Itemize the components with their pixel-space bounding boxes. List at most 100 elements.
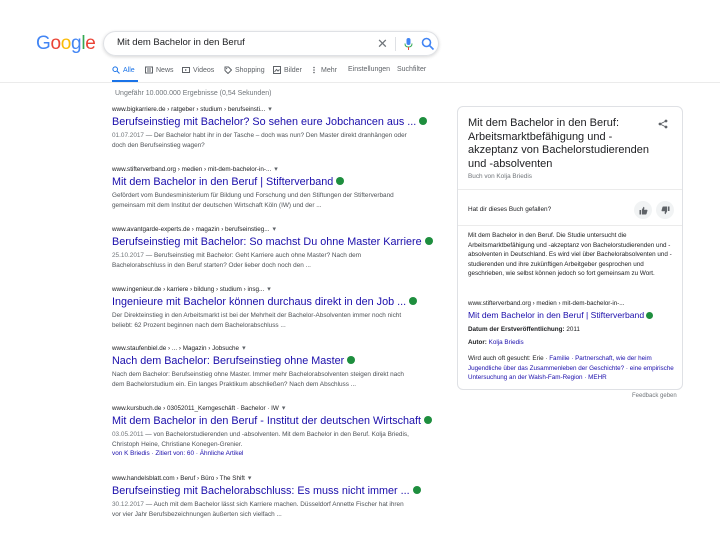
result-citation-links[interactable]: von K Briedis · Zitiert von: 60 · Ähnlic… xyxy=(112,450,243,457)
result-title[interactable]: Mit dem Bachelor in den Beruf | Stifterv… xyxy=(112,176,410,189)
share-icon[interactable] xyxy=(658,119,668,129)
thumbs-up-button[interactable] xyxy=(634,201,652,219)
result-title-text: Mit dem Bachelor in den Beruf - Institut… xyxy=(112,415,422,427)
google-logo[interactable]: Google xyxy=(36,33,96,55)
tab-more[interactable]: Mehr xyxy=(310,66,337,74)
tab-label: Suchfilter xyxy=(397,66,427,73)
fact-value: 2011 xyxy=(566,326,580,333)
tab-all[interactable]: Alle xyxy=(112,66,135,74)
result-snippet-text: — Berufseinstieg mit Bachelor: Geht Karr… xyxy=(112,252,362,269)
knowledge-panel-title: Mit dem Bachelor in den Beruf: Arbeitsma… xyxy=(468,117,650,170)
result-date: 01.07.2017 xyxy=(112,132,144,139)
tabs-divider xyxy=(0,82,720,83)
more-options-icon[interactable]: ▾ xyxy=(267,285,271,293)
related-label: Wird auch oft gesucht: Erie · xyxy=(468,355,550,362)
more-options-icon[interactable]: ▾ xyxy=(274,165,278,173)
result-url[interactable]: www.kursbuch.de › 03052011_Kerngeschäft … xyxy=(112,404,410,413)
microphone-icon[interactable] xyxy=(404,38,413,50)
knowledge-panel: Mit dem Bachelor in den Beruf: Arbeitsma… xyxy=(457,106,683,390)
verified-icon xyxy=(336,177,345,186)
fact-value[interactable]: Kolja Briedis xyxy=(489,339,524,346)
more-options-icon[interactable]: ▾ xyxy=(248,474,252,482)
thumbs-down-button[interactable] xyxy=(656,201,674,219)
tab-settings[interactable]: Einstellungen xyxy=(348,66,390,73)
logo-letter: e xyxy=(85,33,96,54)
tab-label: Videos xyxy=(193,66,215,74)
result-snippet: 03.05.2011 — von Bachelorstudierenden un… xyxy=(112,430,410,459)
search-icon xyxy=(112,66,120,74)
more-icon xyxy=(313,66,315,74)
result-title-text: Ingenieure mit Bachelor können durchaus … xyxy=(112,296,407,308)
search-result: www.stifterverband.org › medien › mit-de… xyxy=(112,165,410,210)
result-snippet-text: Nach dem Bachelor: Berufseinstieg ohne M… xyxy=(112,371,404,388)
source-url[interactable]: www.stifterverband.org › medien › mit-de… xyxy=(468,300,624,307)
knowledge-panel-subtitle: Buch von Kolja Briedis xyxy=(468,173,532,180)
result-url[interactable]: www.stifterverband.org › medien › mit-de… xyxy=(112,165,410,174)
more-options-icon[interactable]: ▾ xyxy=(268,105,272,113)
search-result: www.bigkarriere.de › ratgeber › studium … xyxy=(112,105,428,150)
fact-label: Autor: xyxy=(468,339,487,346)
feedback-link[interactable]: Feedback geben xyxy=(632,393,677,399)
result-title-text: Berufseinstieg mit Bachelor? So sehen eu… xyxy=(112,116,417,128)
tab-label: Bilder xyxy=(284,66,302,74)
fact-label: Datum der Erstveröffentlichung: xyxy=(468,326,565,333)
search-result: www.handelsblatt.com › Beruf › Büro › Th… xyxy=(112,474,421,519)
result-title[interactable]: Berufseinstieg mit Bachelor: So machst D… xyxy=(112,236,433,249)
result-title[interactable]: Ingenieure mit Bachelor können durchaus … xyxy=(112,296,418,309)
search-icon[interactable] xyxy=(421,37,435,51)
source-link[interactable]: Mit dem Bachelor in den Beruf | Stifterv… xyxy=(468,310,654,320)
tab-label: Shopping xyxy=(235,66,265,74)
result-url[interactable]: www.avantgarde-experts.de › magazin › be… xyxy=(112,225,410,234)
result-url-text: www.kursbuch.de › 03052011_Kerngeschäft … xyxy=(112,404,279,412)
logo-letter: g xyxy=(71,33,82,54)
verified-icon xyxy=(347,356,356,365)
more-options-icon[interactable]: ▾ xyxy=(273,225,277,233)
search-input[interactable] xyxy=(117,37,357,48)
result-title[interactable]: Nach dem Bachelor: Berufseinstieg ohne M… xyxy=(112,355,410,368)
source-link-text: Mit dem Bachelor in den Beruf | Stifterv… xyxy=(468,310,645,320)
result-title[interactable]: Mit dem Bachelor in den Beruf - Institut… xyxy=(112,415,433,428)
tab-videos[interactable]: Videos xyxy=(182,66,214,74)
verified-icon xyxy=(419,117,428,126)
tab-shopping[interactable]: Shopping xyxy=(224,66,265,74)
result-url[interactable]: www.handelsblatt.com › Beruf › Büro › Th… xyxy=(112,474,410,483)
clear-icon[interactable]: ✕ xyxy=(377,36,388,52)
more-options-icon[interactable]: ▾ xyxy=(242,344,246,352)
result-url-text: www.stifterverband.org › medien › mit-de… xyxy=(112,165,272,173)
result-snippet: Nach dem Bachelor: Berufseinstieg ohne M… xyxy=(112,370,410,389)
more-options-icon[interactable]: ▾ xyxy=(282,404,286,412)
result-title-text: Berufseinstieg mit Bachelor: So machst D… xyxy=(112,236,422,248)
result-snippet-text: Gefördert vom Bundesministerium für Bild… xyxy=(112,192,394,209)
verified-icon xyxy=(409,297,418,306)
result-url[interactable]: www.ingenieur.de › karriere › bildung › … xyxy=(112,285,410,294)
verified-icon xyxy=(424,237,433,246)
search-result: www.ingenieur.de › karriere › bildung › … xyxy=(112,285,418,330)
result-date: 30.12.2017 xyxy=(112,501,144,508)
result-url-text: www.staufenbiel.de › ... › Magazin › Job… xyxy=(112,344,240,352)
result-snippet: Der Direkteinstieg in den Arbeitsmarkt i… xyxy=(112,311,410,330)
result-title[interactable]: Berufseinstieg mit Bachelorabschluss: Es… xyxy=(112,485,421,498)
search-result: www.kursbuch.de › 03052011_Kerngeschäft … xyxy=(112,404,433,459)
tab-news[interactable]: News xyxy=(145,66,174,74)
thumbs-down-icon xyxy=(661,206,669,214)
logo-letter: G xyxy=(36,33,51,54)
result-url[interactable]: www.bigkarriere.de › ratgeber › studium … xyxy=(112,105,410,114)
fact-row: Autor: Kolja Briedis xyxy=(468,339,524,346)
result-url[interactable]: www.staufenbiel.de › ... › Magazin › Job… xyxy=(112,344,410,353)
result-url-text: www.avantgarde-experts.de › magazin › be… xyxy=(112,225,270,233)
result-snippet-text: — von Bachelorstudierenden und -absolven… xyxy=(112,431,409,448)
logo-letter: o xyxy=(50,33,61,54)
image-icon xyxy=(273,66,281,74)
tab-search-tools[interactable]: Suchfilter xyxy=(397,66,426,73)
result-title[interactable]: Berufseinstieg mit Bachelor? So sehen eu… xyxy=(112,116,428,129)
result-title-text: Berufseinstieg mit Bachelorabschluss: Es… xyxy=(112,485,410,497)
thumbs-up-icon xyxy=(639,206,647,214)
result-snippet: Gefördert vom Bundesministerium für Bild… xyxy=(112,191,410,210)
tab-images[interactable]: Bilder xyxy=(273,66,302,74)
tab-label: News xyxy=(156,66,174,74)
divider xyxy=(458,225,682,226)
search-box: ✕ xyxy=(103,31,439,56)
divider xyxy=(458,189,682,190)
result-date: 03.05.2011 xyxy=(112,431,144,438)
result-stats: Ungefähr 10.000.000 Ergebnisse (0,54 Sek… xyxy=(115,90,272,97)
